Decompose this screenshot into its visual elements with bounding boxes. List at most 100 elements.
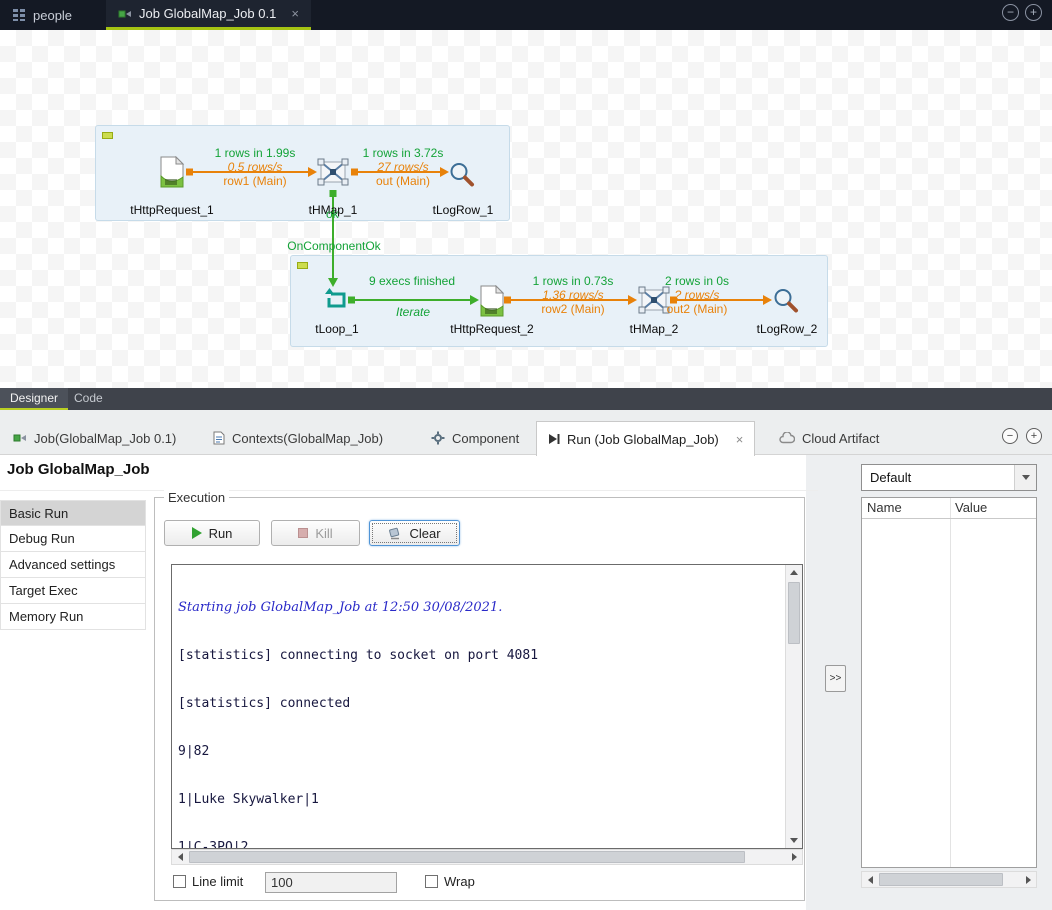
connection-name-iterate[interactable]: Iterate <box>338 305 488 319</box>
component-label[interactable]: tHMap_2 <box>584 322 724 336</box>
expand-context-button[interactable]: >> <box>825 665 846 692</box>
tab-code[interactable]: Code <box>64 388 113 410</box>
scrollbar-thumb[interactable] <box>189 851 745 863</box>
title-divider <box>0 490 818 491</box>
minimize-view-icon[interactable]: − <box>1002 4 1019 21</box>
line-limit-label: Line limit <box>192 874 243 889</box>
scrollbar-thumb[interactable] <box>788 582 800 644</box>
clear-icon <box>388 526 402 540</box>
talend-studio-window: people Job GlobalMap_Job 0.1 × − + <box>0 0 1052 910</box>
component-tlogrow-2[interactable] <box>773 287 799 314</box>
column-header-value: Value <box>955 500 987 515</box>
column-divider <box>950 498 951 867</box>
kill-button-label: Kill <box>315 526 332 541</box>
sidebar-item-target-exec[interactable]: Target Exec <box>0 578 146 604</box>
tab-label: Contexts(GlobalMap_Job) <box>232 431 383 446</box>
cloud-icon <box>779 432 795 444</box>
component-label[interactable]: tLogRow_1 <box>393 203 533 217</box>
row-rate: 27 rows/s <box>328 160 478 174</box>
stop-icon <box>298 528 308 538</box>
connection-labels-out2: 2 rows in 0s ? rows/s out2 (Main) <box>622 274 772 316</box>
clear-button-label: Clear <box>409 526 440 541</box>
job-icon <box>13 431 27 445</box>
console-line: Starting job GlobalMap_Job at 12:50 30/0… <box>178 600 777 616</box>
group-collapse-icon[interactable] <box>102 132 113 139</box>
component-label[interactable]: tLoop_1 <box>267 322 407 336</box>
chevron-down-icon[interactable] <box>1014 465 1036 490</box>
kill-button[interactable]: Kill <box>271 520 360 546</box>
editor-tab-job[interactable]: Job GlobalMap_Job 0.1 × <box>106 0 311 30</box>
line-limit-checkbox[interactable] <box>173 875 186 888</box>
maximize-view-icon[interactable]: + <box>1025 4 1042 21</box>
row-rate: ? rows/s <box>622 288 772 302</box>
close-icon[interactable]: × <box>736 432 744 447</box>
iterate-stats: 9 execs finished <box>337 274 487 288</box>
connection-labels-out: 1 rows in 3.72s 27 rows/s out (Main) <box>328 146 478 188</box>
console-line: [statistics] connected <box>178 696 777 712</box>
component-label[interactable]: tHttpRequest_2 <box>422 322 562 336</box>
editor-tab-people[interactable]: people <box>0 0 84 30</box>
run-button[interactable]: Run <box>164 520 260 546</box>
scroll-right-icon[interactable] <box>786 850 802 864</box>
wrap-label: Wrap <box>444 874 475 889</box>
clear-button[interactable]: Clear <box>369 520 460 546</box>
run-icon <box>548 433 560 445</box>
tab-cloud-artifact[interactable]: Cloud Artifact <box>768 422 890 454</box>
tab-component[interactable]: Component <box>420 422 530 454</box>
context-select[interactable]: Default <box>861 464 1037 491</box>
component-label[interactable]: tHttpRequest_1 <box>102 203 242 217</box>
component-label[interactable]: tLogRow_2 <box>717 322 857 336</box>
execution-group: Execution Run Kill Clear Starting job Gl… <box>154 497 805 901</box>
maximize-panel-icon[interactable]: + <box>1026 428 1042 444</box>
editor-tab-label: Job GlobalMap_Job 0.1 <box>139 6 276 21</box>
context-horizontal-scrollbar[interactable] <box>861 871 1037 888</box>
scrollbar-thumb[interactable] <box>879 873 1003 886</box>
console-line: 1|Luke Skywalker|1 <box>178 792 777 808</box>
sidebar-item-basic-run[interactable]: Basic Run <box>0 500 146 526</box>
editor-tabbar: people Job GlobalMap_Job 0.1 × − + <box>0 0 1052 30</box>
row-stats: 1 rows in 1.99s <box>180 146 330 160</box>
trigger-oncomponentok-label[interactable]: OnComponentOk <box>264 239 404 253</box>
job-title: Job GlobalMap_Job <box>7 461 150 478</box>
wrap-checkbox[interactable] <box>425 875 438 888</box>
gear-icon <box>431 431 445 445</box>
tab-label: Component <box>452 431 519 446</box>
console-vertical-scrollbar[interactable] <box>785 565 802 848</box>
close-icon[interactable]: × <box>291 6 299 21</box>
panel-sash[interactable] <box>0 410 1052 421</box>
trigger-ok-label[interactable]: ok <box>326 207 339 221</box>
scroll-down-icon[interactable] <box>786 833 802 848</box>
tab-designer[interactable]: Designer <box>0 388 68 410</box>
job-icon <box>118 7 132 21</box>
tab-contexts[interactable]: Contexts(GlobalMap_Job) <box>202 422 394 454</box>
sidebar-item-memory-run[interactable]: Memory Run <box>0 604 146 630</box>
console-horizontal-scrollbar[interactable] <box>171 849 803 865</box>
tab-run[interactable]: Run (Job GlobalMap_Job) × <box>536 421 755 456</box>
row-stats: 1 rows in 3.72s <box>328 146 478 160</box>
scroll-up-icon[interactable] <box>786 565 802 580</box>
tab-label: Run (Job GlobalMap_Job) <box>567 432 719 447</box>
connection-name[interactable]: out (Main) <box>328 174 478 188</box>
line-limit-input[interactable] <box>265 872 397 893</box>
scroll-left-icon[interactable] <box>172 850 188 864</box>
scroll-right-icon[interactable] <box>1020 872 1036 887</box>
connection-name[interactable]: out2 (Main) <box>622 302 772 316</box>
panel-tabbar: Job(GlobalMap_Job 0.1) Contexts(GlobalMa… <box>0 421 1052 455</box>
scroll-left-icon[interactable] <box>862 872 878 887</box>
connection-labels-row1: 1 rows in 1.99s 0.5 rows/s row1 (Main) <box>180 146 330 188</box>
console-output[interactable]: Starting job GlobalMap_Job at 12:50 30/0… <box>171 564 803 849</box>
column-header-name: Name <box>867 500 902 515</box>
tab-label: Job(GlobalMap_Job 0.1) <box>34 431 176 446</box>
execution-legend: Execution <box>164 490 229 505</box>
sidebar-item-advanced-settings[interactable]: Advanced settings <box>0 552 146 578</box>
sidebar-item-debug-run[interactable]: Debug Run <box>0 526 146 552</box>
console-line: 9|82 <box>178 744 777 760</box>
context-variables-table[interactable]: Name Value <box>861 497 1037 868</box>
minimize-panel-icon[interactable]: − <box>1002 428 1018 444</box>
group-collapse-icon[interactable] <box>297 262 308 269</box>
design-canvas[interactable]: tHttpRequest_1 tHMap_1 tLogRow_1 tLoop_1… <box>0 30 1052 388</box>
logrow-icon <box>773 287 799 314</box>
connection-name[interactable]: row1 (Main) <box>180 174 330 188</box>
table-grid-icon <box>12 8 26 22</box>
tab-job[interactable]: Job(GlobalMap_Job 0.1) <box>2 422 187 454</box>
